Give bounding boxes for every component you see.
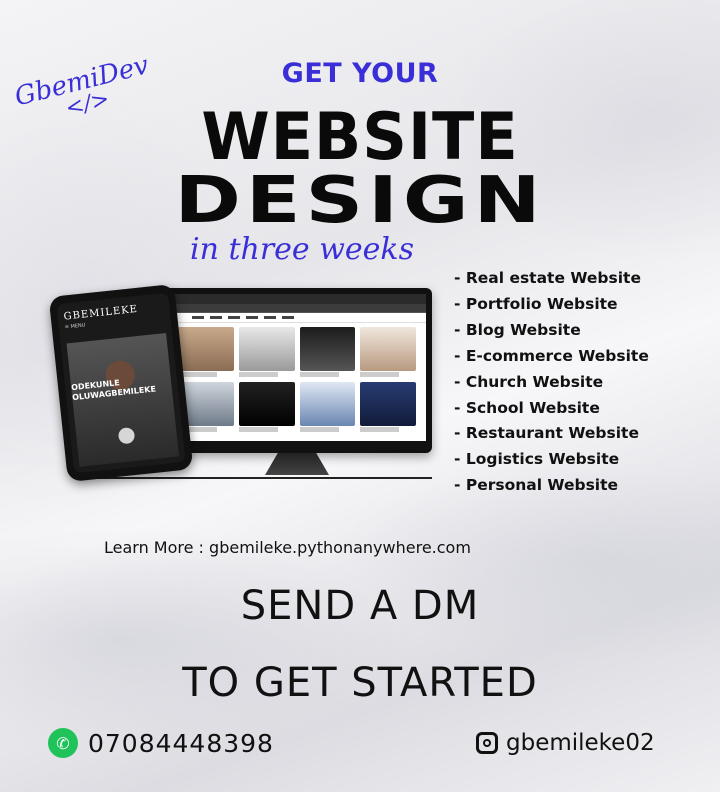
monitor-stand	[265, 453, 329, 475]
whatsapp-contact: ✆ 07084448398	[48, 728, 274, 758]
list-item: - Portfolio Website	[454, 294, 618, 313]
product-grid	[168, 323, 426, 436]
phone-mockup: GBEMILEKE ≡ MENU ODEKUNLE OLUWAGBEMILEKE	[48, 283, 194, 483]
instagram-handle: gbemileke02	[506, 730, 655, 756]
site-nav	[168, 313, 426, 323]
browser-tab-bar	[168, 294, 426, 304]
headline-get-your: GET YOUR	[281, 58, 439, 89]
list-item: - E-commerce Website	[454, 346, 649, 365]
desk-line	[92, 477, 432, 479]
list-item: - Real estate Website	[454, 269, 641, 287]
list-item: - Restaurant Website	[454, 424, 639, 443]
list-item: - School Website	[454, 398, 600, 417]
list-item: - Personal Website	[454, 476, 619, 495]
monitor-screen	[168, 294, 426, 441]
headline-design: DESIGN	[174, 164, 546, 238]
phone-number: 07084448398	[88, 728, 274, 758]
monitor-mockup	[162, 288, 432, 453]
tagline: in three weeks	[190, 232, 414, 267]
list-item: - Logistics Website	[454, 450, 620, 469]
instagram-icon	[476, 732, 498, 754]
cta-send-dm: SEND A DM	[240, 583, 480, 629]
whatsapp-icon: ✆	[48, 728, 78, 758]
list-item: - Blog Website	[454, 320, 581, 339]
instagram-contact: gbemileke02	[476, 730, 655, 756]
services-list: - Real estate Website - Portfolio Websit…	[454, 266, 649, 499]
learn-more-link: Learn More : gbemileke.pythonanywhere.co…	[104, 538, 471, 557]
list-item: - Church Website	[454, 372, 604, 391]
cta-get-started: TO GET STARTED	[182, 660, 538, 706]
phone-screen: GBEMILEKE ≡ MENU ODEKUNLE OLUWAGBEMILEKE	[56, 292, 186, 474]
browser-url-bar	[168, 304, 426, 313]
